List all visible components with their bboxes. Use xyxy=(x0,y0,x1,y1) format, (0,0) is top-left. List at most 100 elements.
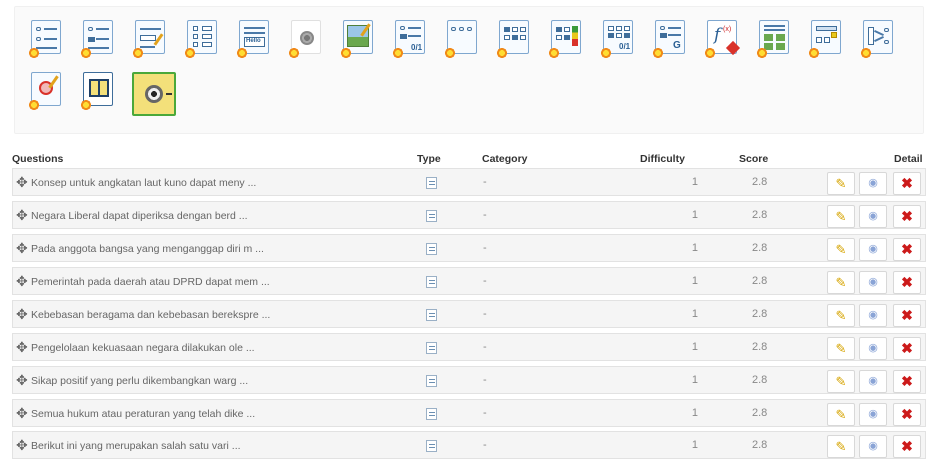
move-handle-icon[interactable]: ✥ xyxy=(16,307,28,321)
new-spark-icon xyxy=(81,100,91,110)
table-row[interactable]: ✥ Pada anggota bangsa yang menganggap di… xyxy=(12,234,926,262)
move-handle-icon[interactable]: ✥ xyxy=(16,438,28,452)
delete-icon[interactable]: ✖ xyxy=(893,205,921,228)
column-header-type[interactable]: Type xyxy=(417,153,441,165)
new-spark-icon xyxy=(497,48,507,58)
multiple-answer-tool-button[interactable] xyxy=(81,16,115,58)
edit-icon[interactable]: ✎ xyxy=(827,304,855,327)
matching-tool-button[interactable] xyxy=(185,16,219,58)
unique-answer-tool-button[interactable] xyxy=(29,16,63,58)
exact-answer-tool-button[interactable]: 0/1 xyxy=(393,16,427,58)
question-category: - xyxy=(483,275,487,287)
question-type-toolbar: Hello 0/1 0/1 G f (x) xyxy=(14,6,924,134)
new-spark-icon xyxy=(549,48,559,58)
table-row[interactable]: ✥ Pemerintah pada daerah atau DPRD dapat… xyxy=(12,267,926,295)
table-row[interactable]: ✥ Pengelolaan kekuasaan negara dilakukan… xyxy=(12,333,926,361)
calculated-answer-tool-button[interactable]: f (x) xyxy=(705,16,741,58)
question-score: 2.8 xyxy=(752,209,768,221)
question-category: - xyxy=(483,176,487,188)
column-header-questions[interactable]: Questions xyxy=(12,153,63,165)
edit-icon[interactable]: ✎ xyxy=(827,238,855,261)
delete-icon[interactable]: ✖ xyxy=(893,304,921,327)
image-zones-tool-button[interactable] xyxy=(341,16,375,58)
fill-blanks-tool-button[interactable] xyxy=(133,16,167,58)
move-handle-icon[interactable]: ✥ xyxy=(16,274,28,288)
annotation-tool-button[interactable] xyxy=(29,68,63,110)
edit-icon[interactable]: ✎ xyxy=(827,205,855,228)
preview-icon[interactable]: ◉ xyxy=(859,403,887,426)
preview-icon[interactable]: ◉ xyxy=(859,172,887,195)
preview-icon[interactable]: ◉ xyxy=(859,238,887,261)
question-title: Sikap positif yang perlu dikembangkan wa… xyxy=(31,375,249,387)
multiple-answer-true-false-tool-button[interactable] xyxy=(497,16,531,58)
edit-icon[interactable]: ✎ xyxy=(827,337,855,360)
question-type-icon xyxy=(426,408,437,420)
preview-icon[interactable]: ◉ xyxy=(859,271,887,294)
new-spark-icon xyxy=(237,48,247,58)
combination-true-false-tool-button[interactable]: 0/1 xyxy=(601,16,635,58)
table-row[interactable]: ✥ Berikut ini yang merupakan salah satu … xyxy=(12,431,926,459)
question-category: - xyxy=(483,242,487,254)
new-spark-icon xyxy=(705,48,715,58)
new-spark-icon xyxy=(185,48,195,58)
reading-comprehension-tool-button[interactable] xyxy=(81,68,115,110)
table-row[interactable]: ✥ Konsep untuk angkatan laut kuno dapat … xyxy=(12,168,926,196)
open-question-tool-button[interactable]: Hello xyxy=(237,16,271,58)
question-score: 2.8 xyxy=(752,374,768,386)
delete-icon[interactable]: ✖ xyxy=(893,337,921,360)
preview-icon[interactable]: ◉ xyxy=(859,370,887,393)
new-spark-icon xyxy=(861,48,871,58)
question-difficulty: 1 xyxy=(691,242,698,254)
delete-icon[interactable]: ✖ xyxy=(893,435,921,458)
table-row[interactable]: ✥ Negara Liberal dapat diperiksa dengan … xyxy=(12,201,926,229)
question-difficulty: 1 xyxy=(691,176,698,188)
edit-icon[interactable]: ✎ xyxy=(827,172,855,195)
new-spark-icon xyxy=(133,48,143,58)
match-arrows-tool-button[interactable] xyxy=(861,16,895,58)
table-row[interactable]: ✥ Kebebasan beragama dan kebebasan berek… xyxy=(12,300,926,328)
edit-icon[interactable]: ✎ xyxy=(827,403,855,426)
new-spark-icon xyxy=(393,48,403,58)
question-difficulty: 1 xyxy=(691,308,698,320)
oral-expression-tool-button[interactable] xyxy=(289,16,323,58)
drag-and-drop-tool-button[interactable] xyxy=(809,16,843,58)
global-multiple-answer-tool-button[interactable]: G xyxy=(653,16,687,58)
column-header-difficulty[interactable]: Difficulty xyxy=(640,153,685,165)
table-row[interactable]: ✥ Sikap positif yang perlu dikembangkan … xyxy=(12,366,926,394)
edit-icon[interactable]: ✎ xyxy=(827,370,855,393)
question-score: 2.8 xyxy=(752,407,768,419)
move-handle-icon[interactable]: ✥ xyxy=(16,175,28,189)
question-title: Pemerintah pada daerah atau DPRD dapat m… xyxy=(31,276,270,288)
table-row[interactable]: ✥ Semua hukum atau peraturan yang telah … xyxy=(12,399,926,427)
edit-icon[interactable]: ✎ xyxy=(827,435,855,458)
question-difficulty: 1 xyxy=(691,439,698,451)
column-header-category[interactable]: Category xyxy=(482,153,528,165)
delete-icon[interactable]: ✖ xyxy=(893,271,921,294)
question-score: 2.8 xyxy=(752,308,768,320)
column-header-detail: Detail xyxy=(894,153,923,165)
move-handle-icon[interactable]: ✥ xyxy=(16,340,28,354)
question-difficulty: 1 xyxy=(691,407,698,419)
question-score: 2.8 xyxy=(752,176,768,188)
preview-icon[interactable]: ◉ xyxy=(859,337,887,360)
delete-icon[interactable]: ✖ xyxy=(893,172,921,195)
move-handle-icon[interactable]: ✥ xyxy=(16,241,28,255)
unique-answer-image-tool-button[interactable] xyxy=(757,16,791,58)
preview-icon[interactable]: ◉ xyxy=(859,435,887,458)
move-handle-icon[interactable]: ✥ xyxy=(16,406,28,420)
question-score: 2.8 xyxy=(752,439,768,451)
delete-icon[interactable]: ✖ xyxy=(893,370,921,393)
move-handle-icon[interactable]: ✥ xyxy=(16,208,28,222)
question-score: 2.8 xyxy=(752,242,768,254)
media-question-tool-button[interactable] xyxy=(132,70,176,116)
unique-answer-no-option-tool-button[interactable] xyxy=(445,16,479,58)
preview-icon[interactable]: ◉ xyxy=(859,304,887,327)
delete-icon[interactable]: ✖ xyxy=(893,403,921,426)
question-score: 2.8 xyxy=(752,341,768,353)
move-handle-icon[interactable]: ✥ xyxy=(16,373,28,387)
edit-icon[interactable]: ✎ xyxy=(827,271,855,294)
preview-icon[interactable]: ◉ xyxy=(859,205,887,228)
degree-certainty-tool-button[interactable] xyxy=(549,16,583,58)
delete-icon[interactable]: ✖ xyxy=(893,238,921,261)
column-header-score[interactable]: Score xyxy=(739,153,768,165)
